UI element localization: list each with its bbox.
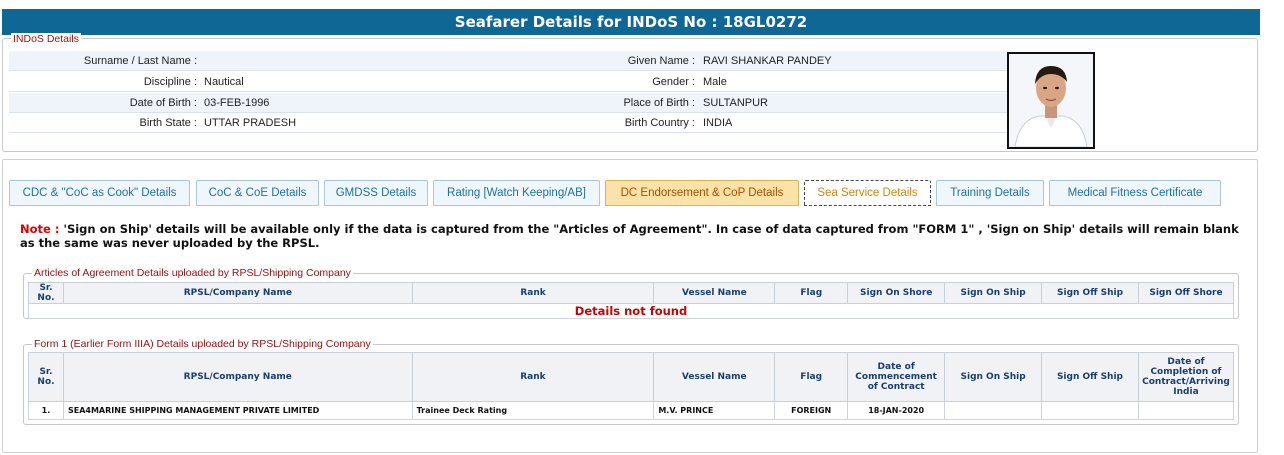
- form1-legend: Form 1 (Earlier Form IIIA) Details uploa…: [32, 338, 373, 350]
- given-name-value: RAVI SHANKAR PANDEY: [703, 55, 832, 67]
- place-of-birth-label: Place of Birth :: [623, 97, 695, 109]
- cell-sign-on-ship: [944, 401, 1043, 420]
- col-sign-off-ship: Sign Off Ship: [1041, 282, 1139, 304]
- birth-state-label: Birth State :: [139, 117, 197, 129]
- table-row: Details not found: [28, 303, 1234, 319]
- seafarer-photo: [1007, 52, 1095, 149]
- place-of-birth-value: SULTANPUR: [703, 97, 768, 109]
- tab-rating-details[interactable]: Rating [Watch Keeping/AB]: [433, 180, 600, 206]
- cell-sr-no: 1.: [28, 401, 64, 420]
- dob-label: Date of Birth :: [129, 97, 197, 109]
- col-sign-off-ship: Sign Off Ship: [1041, 352, 1139, 402]
- col-vessel-name: Vessel Name: [653, 282, 776, 304]
- cell-flag: FOREIGN: [774, 401, 849, 420]
- birth-country-label: Birth Country :: [624, 117, 695, 129]
- col-sign-on-ship: Sign On Ship: [944, 352, 1043, 402]
- dob-value: 03-FEB-1996: [204, 97, 270, 109]
- page-title: Seafarer Details for INDoS No : 18GL0272: [2, 9, 1260, 35]
- col-sign-on-shore: Sign On Shore: [847, 282, 946, 304]
- details-panel: CDC & "CoC as Cook" Details CoC & CoE De…: [2, 159, 1258, 453]
- col-commencement-date: Date of Commencement of Contract: [847, 352, 946, 402]
- cell-company-name: SEA4MARINE SHIPPING MANAGEMENT PRIVATE L…: [62, 401, 413, 420]
- gender-label: Gender :: [652, 76, 695, 88]
- cell-completion-date: [1137, 401, 1235, 420]
- articles-section: Articles of Agreement Details uploaded b…: [23, 267, 1239, 319]
- discipline-label: Discipline :: [143, 76, 197, 88]
- col-company-name: RPSL/Company Name: [62, 282, 413, 304]
- cell-commencement-date: 18-JAN-2020: [847, 401, 946, 420]
- articles-legend: Articles of Agreement Details uploaded b…: [32, 267, 353, 279]
- tab-coc-coe-details[interactable]: CoC & CoE Details: [196, 180, 319, 206]
- col-sr-no: Sr. No.: [28, 282, 64, 304]
- col-flag: Flag: [774, 282, 849, 304]
- cell-vessel-name: M.V. PRINCE: [653, 401, 776, 420]
- col-sign-off-shore: Sign Off Shore: [1137, 282, 1235, 304]
- tab-gmdss-details[interactable]: GMDSS Details: [324, 180, 428, 206]
- col-rank: Rank: [411, 282, 655, 304]
- form1-section: Form 1 (Earlier Form IIIA) Details uploa…: [23, 338, 1239, 425]
- indos-details-section: INDoS Details Surname / Last Name : Give…: [2, 33, 1258, 152]
- info-row-birth-state: Birth State : UTTAR PRADESH Birth Countr…: [9, 113, 1007, 133]
- gender-value: Male: [703, 76, 727, 88]
- col-vessel-name: Vessel Name: [653, 352, 776, 402]
- indos-details-legend: INDoS Details: [11, 33, 81, 45]
- table-row: 1. SEA4MARINE SHIPPING MANAGEMENT PRIVAT…: [28, 401, 1235, 420]
- note-text: 'Sign on Ship' details will be available…: [20, 222, 1239, 250]
- form1-table: Sr. No. RPSL/Company Name Rank Vessel Na…: [28, 352, 1235, 420]
- tab-cdc-details[interactable]: CDC & "CoC as Cook" Details: [9, 180, 190, 206]
- info-row-discipline: Discipline : Nautical Gender : Male: [9, 72, 1007, 92]
- cell-rank: Trainee Deck Rating: [411, 401, 655, 420]
- cell-sign-off-ship: [1041, 401, 1139, 420]
- col-completion-date: Date of Completion of Contract/Arriving …: [1137, 352, 1235, 402]
- note-prefix: Note :: [20, 222, 64, 236]
- col-flag: Flag: [774, 352, 849, 402]
- tab-sea-service-details[interactable]: Sea Service Details: [804, 180, 931, 206]
- discipline-value: Nautical: [204, 76, 244, 88]
- col-company-name: RPSL/Company Name: [62, 352, 413, 402]
- birth-country-value: INDIA: [703, 117, 733, 129]
- col-rank: Rank: [411, 352, 655, 402]
- col-sign-on-ship: Sign On Ship: [944, 282, 1043, 304]
- info-row-dob: Date of Birth : 03-FEB-1996 Place of Bir…: [9, 93, 1007, 113]
- articles-table: Sr. No. RPSL/Company Name Rank Vessel Na…: [28, 282, 1235, 319]
- birth-state-value: UTTAR PRADESH: [204, 117, 297, 129]
- surname-label: Surname / Last Name :: [83, 55, 197, 67]
- col-sr-no: Sr. No.: [28, 352, 64, 402]
- info-row-name: Surname / Last Name : Given Name : RAVI …: [9, 51, 1007, 71]
- sign-on-note: Note : 'Sign on Ship' details will be av…: [20, 222, 1245, 250]
- tab-training-details[interactable]: Training Details: [936, 180, 1044, 206]
- tab-medical-fitness[interactable]: Medical Fitness Certificate: [1049, 180, 1221, 206]
- tab-dc-endorsement[interactable]: DC Endorsement & CoP Details: [605, 180, 799, 206]
- details-not-found: Details not found: [28, 303, 1234, 319]
- given-name-label: Given Name :: [627, 55, 695, 67]
